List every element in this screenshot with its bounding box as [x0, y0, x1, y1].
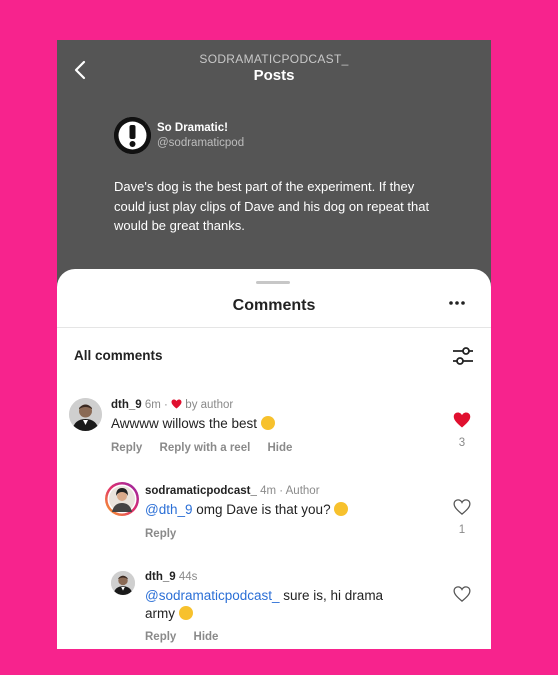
reply-text: @sodramaticpodcast_ sure is, hi drama ar…: [145, 587, 415, 623]
liked-heart-icon[interactable]: [453, 411, 471, 429]
reply-time: 44s: [178, 571, 198, 583]
author-liked-heart-icon: [171, 399, 182, 409]
like-count: 1: [458, 524, 466, 536]
reply-actions: Reply: [145, 528, 190, 540]
heart-outline-icon[interactable]: [453, 585, 471, 603]
mention-link[interactable]: @sodramaticpodcast_: [145, 588, 280, 603]
reply-button[interactable]: Reply: [111, 442, 142, 454]
header-username: SODRAMATICPODCAST_: [199, 52, 349, 66]
user-photo-icon: [107, 484, 137, 514]
comment-body: Awwww willows the best: [111, 416, 258, 431]
mention-link[interactable]: @dth_9: [145, 502, 193, 517]
post-author-handle[interactable]: @sodramaticpod: [157, 137, 244, 149]
grinning-emoji-icon: [260, 416, 275, 430]
reply-username[interactable]: dth_9: [145, 571, 176, 583]
reply-button[interactable]: Reply: [145, 528, 176, 540]
sheet-divider: [57, 327, 491, 328]
reply-avatar[interactable]: [111, 571, 135, 595]
header-title: Posts: [253, 67, 295, 84]
filter-sliders-icon[interactable]: [451, 344, 475, 368]
reply-with-reel-button[interactable]: Reply with a reel: [160, 442, 251, 454]
reply-badge: Author: [285, 485, 320, 497]
comment-header: dth_9 6m · by author: [111, 399, 234, 411]
reply-header: dth_9 44s: [145, 571, 197, 583]
post-author-name[interactable]: So Dramatic!: [157, 122, 228, 134]
comment-username[interactable]: dth_9: [111, 399, 142, 411]
hide-button[interactable]: Hide: [268, 442, 293, 454]
comment-avatar[interactable]: [69, 398, 102, 431]
reply-text: @dth_9 omg Dave is that you?: [145, 501, 349, 519]
reply-button[interactable]: Reply: [145, 631, 176, 643]
comment-time: 6m: [144, 399, 161, 411]
comments-sheet: Comments All comments dth_9 6m · by auth…: [57, 269, 491, 649]
more-options-icon[interactable]: [447, 293, 467, 313]
hide-button[interactable]: Hide: [194, 631, 219, 643]
reply-time: 4m: [260, 485, 277, 497]
winking-emoji-icon: [178, 606, 193, 620]
reply-avatar[interactable]: [105, 482, 139, 516]
sheet-title: Comments: [232, 297, 316, 314]
reply-header: sodramaticpodcast_ 4m · Author: [145, 485, 320, 497]
comment-text: Awwww willows the best: [111, 415, 275, 433]
phone-screen: SODRAMATICPODCAST_ Posts So Dramatic! @s…: [57, 40, 491, 649]
post-text: Dave's dog is the best part of the exper…: [114, 179, 430, 233]
comment-badge: by author: [185, 399, 234, 411]
user-photo-icon: [69, 398, 102, 431]
surprised-emoji-icon: [334, 502, 349, 516]
comment-actions: Reply Reply with a reel Hide: [111, 442, 306, 454]
sheet-grabber[interactable]: [256, 281, 290, 284]
reply-username[interactable]: sodramaticpodcast_: [145, 485, 257, 497]
post-author-avatar[interactable]: [114, 117, 151, 154]
heart-outline-icon[interactable]: [453, 498, 471, 516]
all-comments-label[interactable]: All comments: [74, 348, 163, 363]
reply-body: omg Dave is that you?: [192, 502, 331, 517]
user-photo-icon: [111, 571, 135, 595]
reply-actions: Reply Hide: [145, 631, 232, 643]
like-count: 3: [458, 437, 466, 449]
